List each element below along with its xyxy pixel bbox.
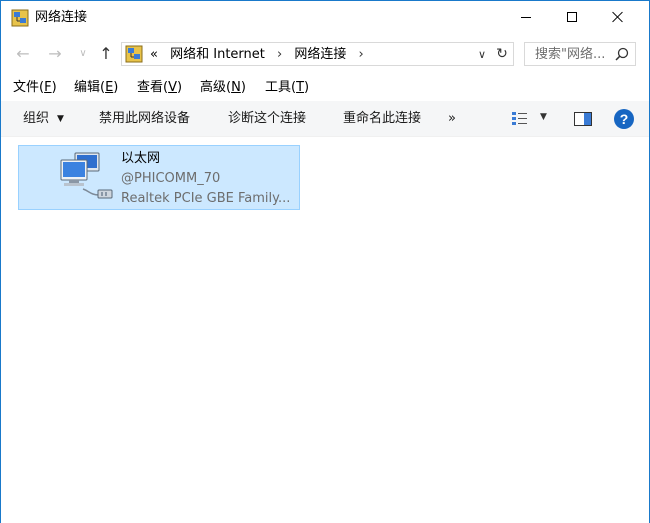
help-icon[interactable]: ? bbox=[614, 109, 634, 129]
title-bar: 网络连接 bbox=[1, 1, 649, 34]
connection-name: 以太网 bbox=[121, 151, 161, 166]
chevron-down-icon: ∨ bbox=[79, 48, 87, 59]
more-commands-button[interactable]: » bbox=[448, 110, 456, 127]
menu-file[interactable]: 文件(F) bbox=[13, 79, 57, 96]
disable-device-button[interactable]: 禁用此网络设备 bbox=[99, 110, 190, 127]
breadcrumb-item[interactable]: 网络和 Internet bbox=[170, 47, 265, 62]
up-button[interactable]: ↑ bbox=[96, 44, 116, 64]
recent-locations-button[interactable]: ∨ bbox=[73, 44, 93, 64]
refresh-button[interactable]: ↻ bbox=[493, 45, 511, 63]
arrow-up-icon: ↑ bbox=[99, 44, 113, 63]
connection-item-ethernet[interactable]: 以太网 @PHICOMM_70 Realtek PCIe GBE Family.… bbox=[18, 145, 300, 210]
network-connections-icon bbox=[11, 9, 29, 27]
preview-pane-icon[interactable] bbox=[574, 112, 592, 126]
connections-list: 以太网 @PHICOMM_70 Realtek PCIe GBE Family.… bbox=[1, 138, 649, 523]
arrow-left-icon: ← bbox=[16, 44, 30, 63]
breadcrumb-item[interactable]: 网络连接 bbox=[294, 47, 346, 62]
minimize-icon bbox=[521, 16, 531, 18]
breadcrumb-separator[interactable]: › bbox=[359, 47, 364, 62]
connection-status: @PHICOMM_70 bbox=[121, 171, 221, 186]
change-view-icon[interactable] bbox=[511, 110, 529, 128]
close-button[interactable] bbox=[595, 1, 641, 33]
menu-tools[interactable]: 工具(T) bbox=[265, 79, 309, 96]
command-bar: 组织 ▼ 禁用此网络设备 诊断这个连接 重命名此连接 » ▼ ? bbox=[1, 101, 649, 137]
address-bar[interactable]: « 网络和 Internet › 网络连接 › ∨ ↻ bbox=[121, 42, 514, 66]
menu-bar: 文件(F) 编辑(E) 查看(V) 高级(N) 工具(T) bbox=[1, 74, 649, 100]
search-placeholder: 搜索"网络... bbox=[535, 47, 606, 62]
network-adapter-icon bbox=[60, 152, 113, 199]
maximize-button[interactable] bbox=[549, 1, 595, 33]
address-dropdown-button[interactable]: ∨ bbox=[474, 46, 490, 63]
arrow-right-icon: → bbox=[48, 44, 62, 63]
breadcrumb: « 网络和 Internet › 网络连接 › bbox=[150, 46, 372, 63]
menu-view[interactable]: 查看(V) bbox=[137, 79, 182, 96]
back-button[interactable]: ← bbox=[13, 44, 33, 64]
menu-advanced[interactable]: 高级(N) bbox=[200, 79, 246, 96]
diagnose-connection-button[interactable]: 诊断这个连接 bbox=[228, 110, 306, 127]
minimize-button[interactable] bbox=[503, 1, 549, 33]
connection-device: Realtek PCIe GBE Family... bbox=[121, 191, 291, 206]
refresh-icon: ↻ bbox=[496, 46, 508, 62]
maximize-icon bbox=[567, 12, 577, 22]
network-connections-icon bbox=[125, 45, 143, 63]
close-icon bbox=[612, 11, 624, 23]
navigation-bar: ← → ∨ ↑ « 网络和 Internet › 网络连接 › ∨ ↻ 搜索"网… bbox=[1, 34, 649, 74]
caret-down-icon: ▼ bbox=[57, 114, 64, 124]
forward-button[interactable]: → bbox=[45, 44, 65, 64]
rename-connection-button[interactable]: 重命名此连接 bbox=[343, 110, 421, 127]
chevron-down-icon: ∨ bbox=[477, 48, 487, 61]
caret-down-icon[interactable]: ▼ bbox=[540, 112, 547, 122]
organize-button[interactable]: 组织 ▼ bbox=[23, 110, 64, 128]
breadcrumb-separator[interactable]: › bbox=[277, 47, 282, 62]
breadcrumb-overflow[interactable]: « bbox=[150, 47, 158, 62]
menu-edit[interactable]: 编辑(E) bbox=[74, 79, 118, 96]
search-icon bbox=[615, 47, 629, 61]
search-input[interactable]: 搜索"网络... bbox=[524, 42, 636, 66]
explorer-window: 网络连接 ← → ∨ ↑ « 网络和 Internet › 网络连接 › ∨ ↻… bbox=[0, 0, 650, 523]
window-title: 网络连接 bbox=[35, 10, 88, 25]
